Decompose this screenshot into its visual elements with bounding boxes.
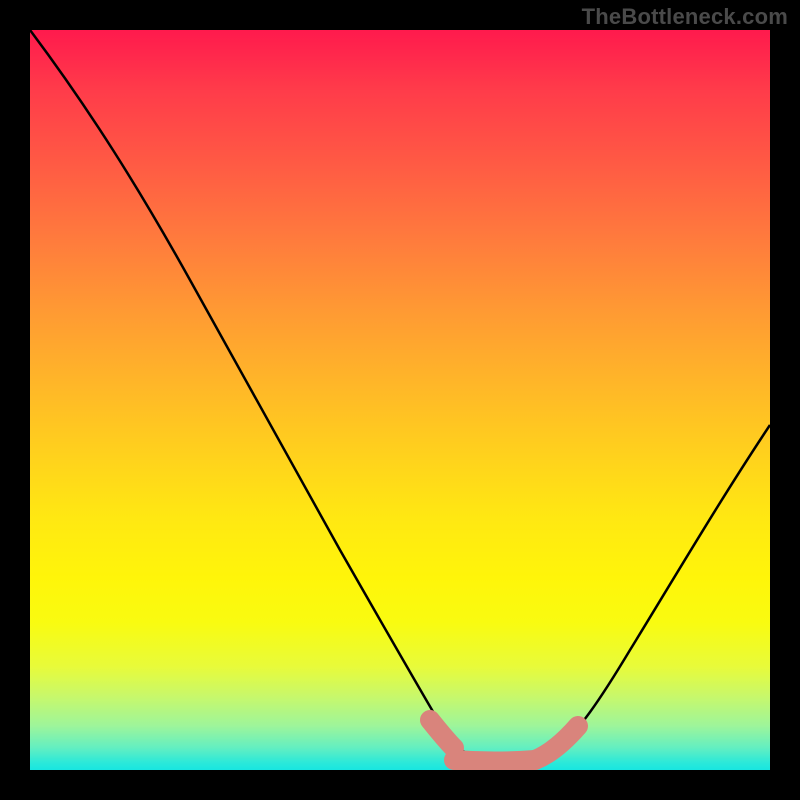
bottleneck-curve bbox=[30, 30, 770, 762]
optimal-band bbox=[430, 720, 578, 762]
watermark-text: TheBottleneck.com bbox=[582, 4, 788, 30]
plot-area bbox=[30, 30, 770, 770]
chart-svg bbox=[30, 30, 770, 770]
chart-frame: TheBottleneck.com bbox=[0, 0, 800, 800]
